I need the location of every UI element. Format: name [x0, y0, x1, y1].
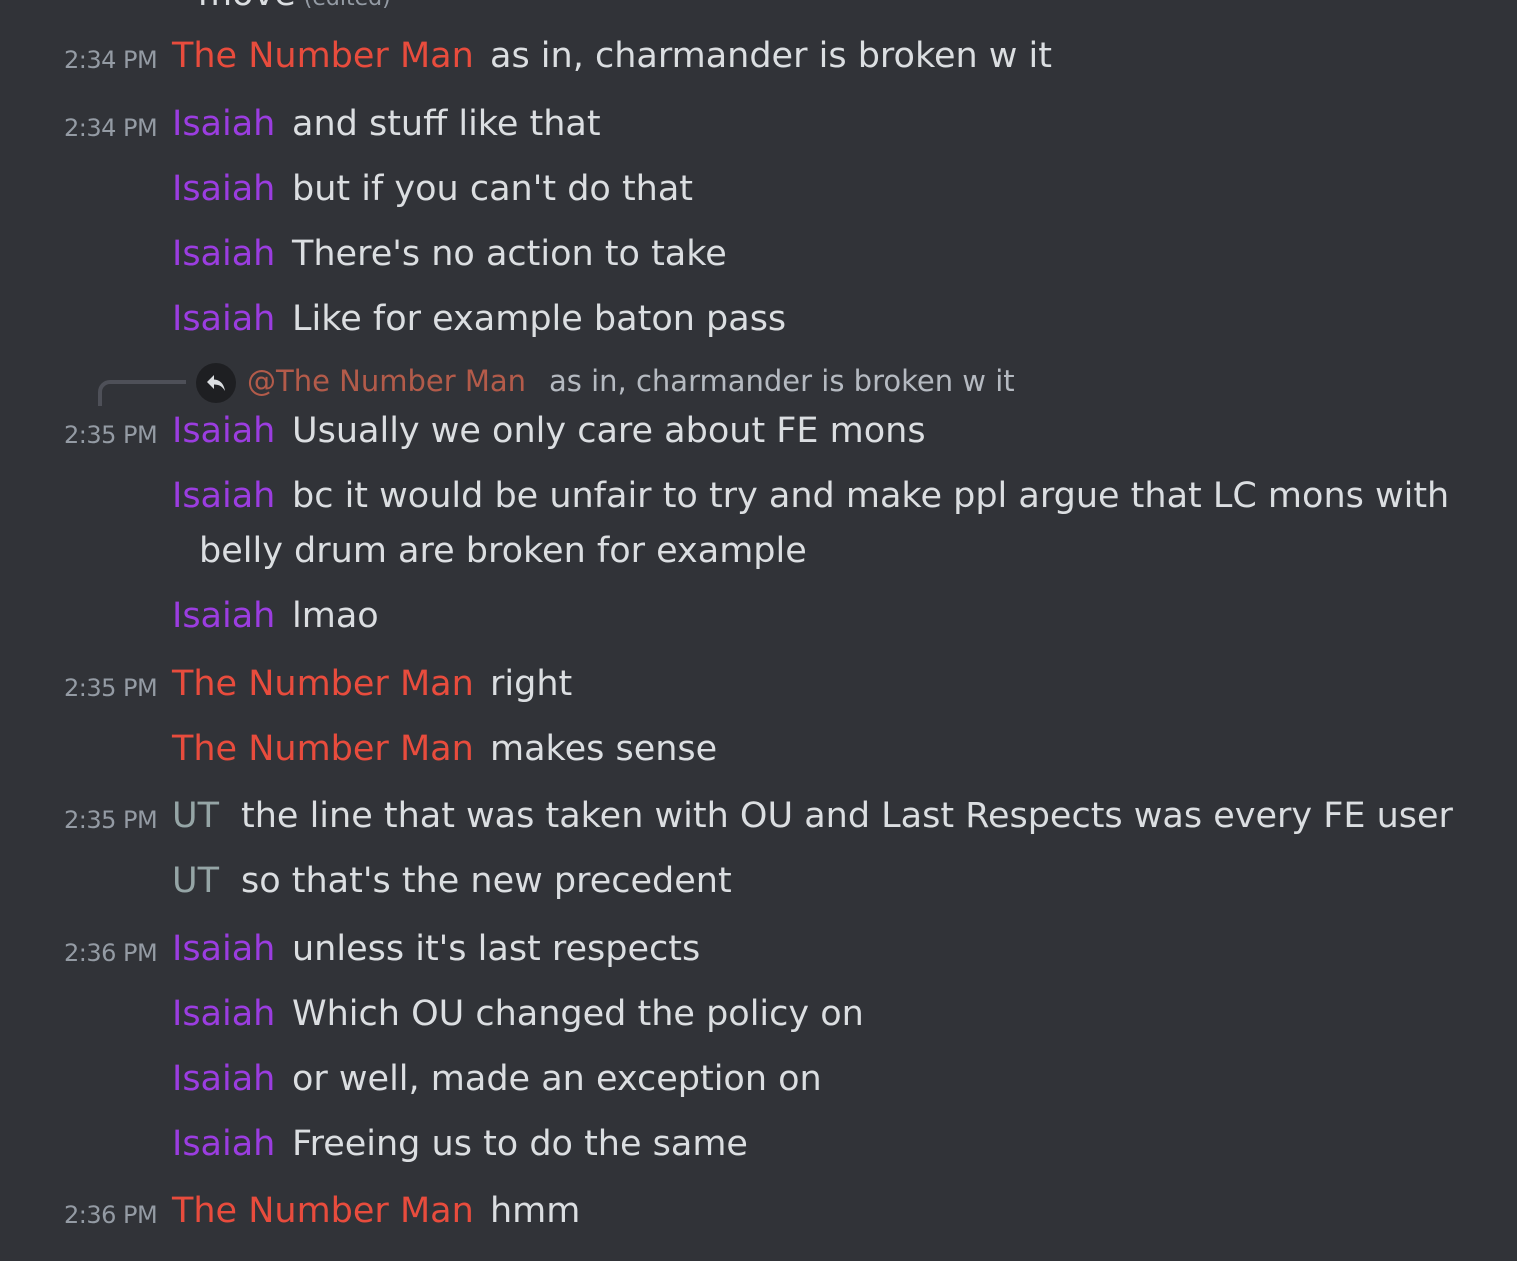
message-text: so that's the new precedent [241, 861, 732, 901]
author-name[interactable]: The Number Man [172, 1191, 474, 1231]
reply-arrow-icon [196, 363, 236, 403]
message-text: the line that was taken with OU and Last… [241, 796, 1453, 836]
message-list[interactable]: move (edited) 2:34 PM The Number Man as i… [0, 0, 1517, 1261]
timestamp[interactable]: 2:34 PM [64, 114, 158, 142]
author-name[interactable]: UT [172, 796, 219, 836]
timestamp[interactable]: 2:35 PM [64, 674, 158, 702]
author-name[interactable]: The Number Man [172, 664, 474, 704]
reply-preview-text[interactable]: as in, charmander is broken w it [549, 364, 1015, 398]
timestamp[interactable]: 2:35 PM [64, 806, 158, 834]
message-text: move [198, 0, 296, 14]
author-name[interactable]: Isaiah [172, 929, 275, 969]
author-name[interactable]: UT [172, 861, 219, 901]
message-text: bc it would be unfair to try and make pp… [292, 476, 1450, 516]
message-text: but if you can't do that [292, 169, 694, 209]
author-name[interactable]: The Number Man [172, 36, 474, 76]
message-text: and stuff like that [292, 104, 601, 144]
message-text: Which OU changed the policy on [292, 994, 864, 1034]
author-name[interactable]: Isaiah [172, 1059, 275, 1099]
timestamp[interactable]: 2:34 PM [64, 46, 158, 74]
previous-message-fragment: move (edited) [198, 0, 391, 14]
reply-spine [98, 380, 186, 406]
reply-reference[interactable]: @The Number Man as in, charmander is bro… [0, 360, 1517, 406]
message-text: Like for example baton pass [292, 299, 787, 339]
author-name[interactable]: Isaiah [172, 1124, 275, 1164]
message-text-continued: belly drum are broken for example [199, 531, 807, 571]
author-name[interactable]: Isaiah [172, 411, 275, 451]
message-text: makes sense [490, 729, 718, 769]
message-text: unless it's last respects [292, 929, 701, 969]
author-name[interactable]: Isaiah [172, 596, 275, 636]
reply-mention[interactable]: @The Number Man [247, 364, 526, 398]
message-text: Freeing us to do the same [292, 1124, 748, 1164]
author-name[interactable]: Isaiah [172, 476, 275, 516]
message-text: Usually we only care about FE mons [292, 411, 926, 451]
timestamp[interactable]: 2:36 PM [64, 1201, 158, 1229]
message-text: There's no action to take [292, 234, 727, 274]
author-name[interactable]: Isaiah [172, 234, 275, 274]
author-name[interactable]: Isaiah [172, 104, 275, 144]
message-text: hmm [490, 1191, 581, 1231]
timestamp[interactable]: 2:36 PM [64, 939, 158, 967]
author-name[interactable]: The Number Man [172, 729, 474, 769]
author-name[interactable]: Isaiah [172, 994, 275, 1034]
message-text: lmao [292, 596, 379, 636]
message-text: as in, charmander is broken w it [490, 36, 1052, 76]
author-name[interactable]: Isaiah [172, 169, 275, 209]
message-text: or well, made an exception on [292, 1059, 822, 1099]
author-name[interactable]: Isaiah [172, 299, 275, 339]
timestamp[interactable]: 2:35 PM [64, 421, 158, 449]
message-text: right [490, 664, 573, 704]
edited-label: (edited) [304, 0, 391, 11]
